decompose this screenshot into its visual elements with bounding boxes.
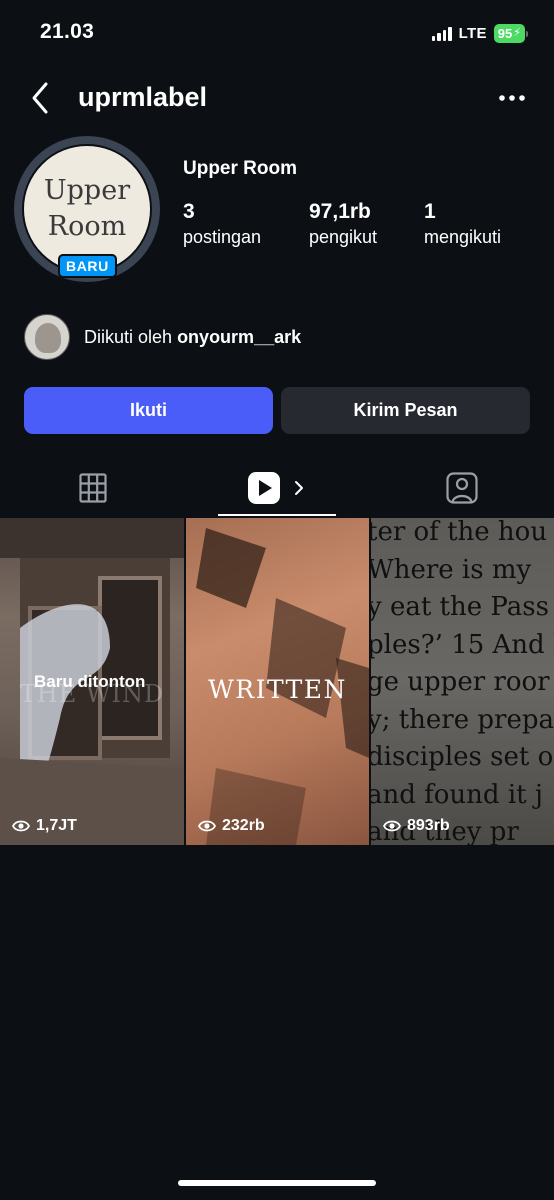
- new-badge: BARU: [58, 254, 117, 278]
- battery-icon: 95 ⚡: [493, 24, 528, 43]
- followed-by-prefix: Diikuti oleh: [84, 326, 173, 347]
- recently-watched-label: Baru ditonton: [34, 672, 146, 691]
- followed-by[interactable]: Diikuti oleh onyourm__ark: [24, 314, 301, 360]
- stat-followers[interactable]: 97,1rb pengikut: [309, 200, 377, 248]
- battery-level: 95: [497, 26, 513, 41]
- reel-tile[interactable]: THE WIND Baru ditonton 1,7JT: [0, 518, 184, 845]
- tab-tagged[interactable]: [369, 460, 554, 516]
- reel-tile[interactable]: ter of the hou Where is my y eat the Pas…: [371, 518, 554, 845]
- view-count: 232rb: [198, 817, 265, 835]
- chevron-left-icon: [32, 82, 48, 114]
- signal-icon: [431, 26, 452, 41]
- eye-icon: [198, 820, 216, 832]
- followers-label: pengikut: [309, 227, 378, 247]
- profile-screen: 21.03 LTE 95 ⚡ uprmlabel Upper Room BARU…: [0, 0, 554, 1200]
- reels-grid: THE WIND Baru ditonton 1,7JT WRITTEN 232…: [0, 518, 554, 845]
- view-count-text: 232rb: [222, 817, 265, 834]
- view-count: 893rb: [383, 817, 450, 835]
- posts-label: postingan: [183, 227, 262, 247]
- tile-title: WRITTEN: [208, 675, 347, 704]
- eye-icon: [12, 820, 30, 832]
- scripture-line: ter of the hou: [371, 518, 548, 547]
- avatar-text-line1: Upper: [43, 175, 131, 206]
- stat-posts[interactable]: 3 postingan: [183, 200, 261, 248]
- view-count: 1,7JT: [12, 817, 77, 835]
- display-name: Upper Room: [183, 158, 297, 179]
- network-label: LTE: [458, 25, 487, 42]
- posts-count: 3: [183, 200, 195, 223]
- view-count-text: 1,7JT: [36, 817, 77, 834]
- reel-tile[interactable]: WRITTEN 232rb: [186, 518, 369, 845]
- status-time: 21.03: [40, 20, 95, 43]
- back-button[interactable]: [28, 80, 58, 116]
- tagged-icon: [445, 472, 478, 504]
- scripture-line: disciples set o: [371, 742, 554, 772]
- avatar-text-line2: Room: [47, 211, 127, 242]
- scripture-line: and found it j: [371, 779, 543, 810]
- scripture-line: ples?’ 15 And h: [371, 629, 554, 660]
- chevron-right-icon: [294, 481, 303, 495]
- home-indicator[interactable]: [178, 1180, 376, 1186]
- scripture-line: ge upper roor: [371, 667, 550, 697]
- view-count-text: 893rb: [407, 817, 450, 834]
- status-indicators: LTE 95 ⚡: [431, 24, 528, 43]
- active-tab-indicator: [218, 514, 336, 516]
- following-label: mengikuti: [424, 227, 502, 247]
- more-icon: [499, 95, 525, 101]
- followers-count: 97,1rb: [309, 200, 371, 223]
- follower-avatar: [24, 314, 70, 360]
- follow-button[interactable]: Ikuti: [24, 387, 273, 434]
- more-options-button[interactable]: [498, 86, 526, 110]
- scripture-line: y eat the Pass: [371, 592, 549, 622]
- profile-header: uprmlabel: [0, 78, 554, 118]
- following-count: 1: [424, 200, 436, 223]
- tab-grid[interactable]: [0, 460, 185, 516]
- profile-username: uprmlabel: [78, 82, 208, 112]
- scripture-text-lines: ter of the hou Where is my y eat the Pas…: [371, 518, 554, 845]
- grid-icon: [78, 473, 107, 503]
- followed-by-account: onyourm__ark: [177, 326, 302, 347]
- reels-icon: [247, 472, 280, 504]
- profile-tabs: [0, 460, 554, 518]
- stat-following[interactable]: 1 mengikuti: [424, 200, 501, 248]
- tab-reels[interactable]: [184, 460, 369, 516]
- scripture-line: y; there prepa: [371, 704, 554, 735]
- followed-by-text: Diikuti oleh onyourm__ark: [84, 327, 301, 348]
- eye-icon: [383, 820, 401, 832]
- message-button[interactable]: Kirim Pesan: [281, 387, 530, 434]
- scripture-line: Where is my: [371, 554, 532, 585]
